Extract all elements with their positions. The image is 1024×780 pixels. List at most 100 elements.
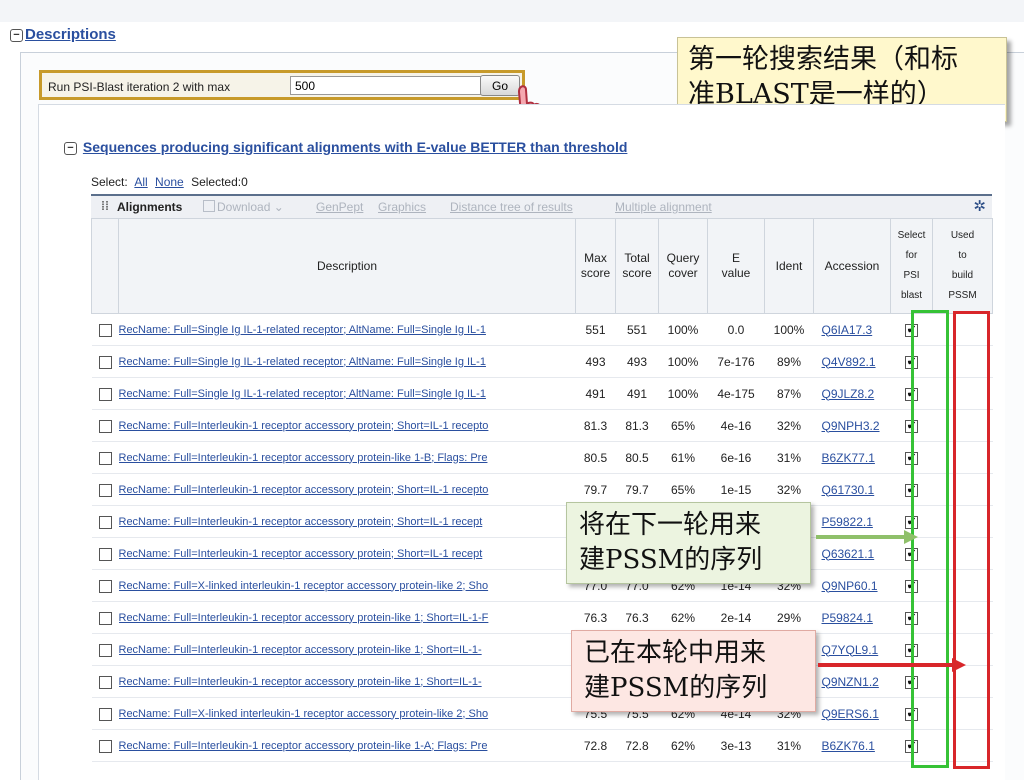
description-link[interactable]: RecName: Full=Single Ig IL-1-related rec… — [118, 313, 576, 346]
description-link[interactable]: RecName: Full=Single Ig IL-1-related rec… — [118, 345, 576, 378]
checkbox[interactable] — [98, 419, 112, 433]
description-link-text[interactable]: RecName: Full=Single Ig IL-1-related rec… — [119, 324, 486, 336]
descriptions-header[interactable]: − Descriptions — [10, 26, 116, 43]
description-link[interactable]: RecName: Full=Interleukin-1 receptor acc… — [118, 729, 576, 762]
genpept-link[interactable]: GenPept — [316, 200, 363, 214]
row-checkbox[interactable] — [91, 313, 119, 346]
checkbox[interactable] — [98, 707, 112, 721]
description-link-text[interactable]: RecName: Full=Interleukin-1 receptor acc… — [119, 484, 489, 496]
drag-handle-icon[interactable]: ⁞⁞ — [101, 199, 109, 213]
accession-link-text[interactable]: Q9NP60.1 — [822, 579, 878, 593]
description-link[interactable]: RecName: Full=Interleukin-1 receptor acc… — [118, 473, 576, 506]
row-checkbox[interactable] — [91, 473, 119, 506]
accession-link-text[interactable]: Q9ERS6.1 — [822, 707, 879, 721]
accession-link-text[interactable]: Q9NPH3.2 — [822, 419, 880, 433]
description-link-text[interactable]: RecName: Full=Interleukin-1 receptor acc… — [119, 612, 489, 624]
description-link-text[interactable]: RecName: Full=Single Ig IL-1-related rec… — [119, 356, 486, 368]
graphics-link[interactable]: Graphics — [378, 200, 426, 214]
description-link-text[interactable]: RecName: Full=Interleukin-1 receptor acc… — [119, 516, 483, 528]
checkbox[interactable] — [98, 515, 112, 529]
max-sequences-input[interactable] — [290, 76, 485, 95]
accession-link-text[interactable]: Q63621.1 — [822, 547, 875, 561]
header-query-cover[interactable]: Query cover — [658, 218, 708, 314]
accession-link[interactable]: Q61730.1 — [813, 473, 891, 506]
description-link[interactable]: RecName: Full=Interleukin-1 receptor acc… — [118, 505, 576, 538]
checkbox[interactable] — [98, 611, 112, 625]
checkbox[interactable] — [98, 675, 112, 689]
accession-link-text[interactable]: Q9JLZ8.2 — [822, 387, 875, 401]
description-link[interactable]: RecName: Full=Interleukin-1 receptor acc… — [118, 537, 576, 570]
description-link-text[interactable]: RecName: Full=Interleukin-1 receptor acc… — [119, 740, 488, 752]
checkbox[interactable] — [98, 547, 112, 561]
distance-tree-link[interactable]: Distance tree of results — [450, 200, 573, 214]
accession-link[interactable]: Q9ERS6.1 — [813, 697, 891, 730]
accession-link[interactable]: Q4V892.1 — [813, 345, 891, 378]
checkbox[interactable] — [98, 323, 112, 337]
description-link-text[interactable]: RecName: Full=X-linked interleukin-1 rec… — [119, 580, 489, 592]
checkbox[interactable] — [98, 355, 112, 369]
select-none-link[interactable]: None — [155, 175, 184, 189]
row-checkbox[interactable] — [91, 537, 119, 570]
description-link[interactable]: RecName: Full=Interleukin-1 receptor acc… — [118, 665, 576, 698]
description-link-text[interactable]: RecName: Full=Single Ig IL-1-related rec… — [119, 388, 486, 400]
description-link[interactable]: RecName: Full=X-linked interleukin-1 rec… — [118, 697, 576, 730]
description-link[interactable]: RecName: Full=X-linked interleukin-1 rec… — [118, 569, 576, 602]
description-link-text[interactable]: RecName: Full=Interleukin-1 receptor acc… — [119, 420, 489, 432]
select-all-link[interactable]: All — [134, 175, 147, 189]
header-max-score[interactable]: Max score — [575, 218, 616, 314]
header-description[interactable]: Description — [118, 218, 576, 314]
row-checkbox[interactable] — [91, 409, 119, 442]
checkbox[interactable] — [98, 643, 112, 657]
row-checkbox[interactable] — [91, 505, 119, 538]
description-link[interactable]: RecName: Full=Interleukin-1 receptor acc… — [118, 633, 576, 666]
accession-link[interactable]: Q9NP60.1 — [813, 569, 891, 602]
collapse-icon[interactable]: − — [10, 28, 23, 42]
descriptions-title[interactable]: Descriptions — [25, 26, 116, 43]
accession-link[interactable]: B6ZK76.1 — [813, 729, 891, 762]
checkbox[interactable] — [98, 579, 112, 593]
download-button[interactable]: Download ⌄ — [203, 200, 284, 214]
description-link-text[interactable]: RecName: Full=X-linked interleukin-1 rec… — [119, 708, 489, 720]
checkbox[interactable] — [98, 387, 112, 401]
description-link-text[interactable]: RecName: Full=Interleukin-1 receptor acc… — [119, 548, 483, 560]
row-checkbox[interactable] — [91, 441, 119, 474]
header-accession[interactable]: Accession — [813, 218, 891, 314]
row-checkbox[interactable] — [91, 697, 119, 730]
accession-link-text[interactable]: B6ZK76.1 — [822, 739, 875, 753]
accession-link[interactable]: B6ZK77.1 — [813, 441, 891, 474]
description-link-text[interactable]: RecName: Full=Interleukin-1 receptor acc… — [119, 644, 482, 656]
header-ident[interactable]: Ident — [764, 218, 814, 314]
header-total-score[interactable]: Total score — [615, 218, 659, 314]
row-checkbox[interactable] — [91, 569, 119, 602]
row-checkbox[interactable] — [91, 601, 119, 634]
accession-link-text[interactable]: Q6IA17.3 — [822, 323, 873, 337]
sequences-header[interactable]: − Sequences producing significant alignm… — [64, 139, 627, 155]
row-checkbox[interactable] — [91, 345, 119, 378]
description-link-text[interactable]: RecName: Full=Interleukin-1 receptor acc… — [119, 452, 488, 464]
accession-link[interactable]: Q6IA17.3 — [813, 313, 891, 346]
accession-link[interactable]: P59824.1 — [813, 601, 891, 634]
row-checkbox[interactable] — [91, 377, 119, 410]
header-e-value[interactable]: Evalue — [707, 218, 765, 314]
row-checkbox[interactable] — [91, 729, 119, 762]
checkbox[interactable] — [98, 483, 112, 497]
multiple-alignment-link[interactable]: Multiple alignment — [615, 200, 712, 214]
description-link-text[interactable]: RecName: Full=Interleukin-1 receptor acc… — [119, 676, 482, 688]
collapse-icon[interactable]: − — [64, 141, 77, 155]
accession-link-text[interactable]: Q61730.1 — [822, 483, 875, 497]
accession-link-text[interactable]: Q9NZN1.2 — [822, 675, 879, 689]
accession-link-text[interactable]: Q4V892.1 — [822, 355, 876, 369]
accession-link[interactable]: Q9NPH3.2 — [813, 409, 891, 442]
gear-icon[interactable]: ✲ — [973, 197, 986, 215]
accession-link[interactable]: Q9JLZ8.2 — [813, 377, 891, 410]
description-link[interactable]: RecName: Full=Interleukin-1 receptor acc… — [118, 409, 576, 442]
sequences-title[interactable]: Sequences producing significant alignmen… — [83, 139, 628, 155]
description-link[interactable]: RecName: Full=Single Ig IL-1-related rec… — [118, 377, 576, 410]
accession-link-text[interactable]: B6ZK77.1 — [822, 451, 875, 465]
description-link[interactable]: RecName: Full=Interleukin-1 receptor acc… — [118, 441, 576, 474]
checkbox[interactable] — [98, 451, 112, 465]
accession-link-text[interactable]: P59824.1 — [822, 611, 873, 625]
row-checkbox[interactable] — [91, 633, 119, 666]
checkbox[interactable] — [98, 739, 112, 753]
row-checkbox[interactable] — [91, 665, 119, 698]
